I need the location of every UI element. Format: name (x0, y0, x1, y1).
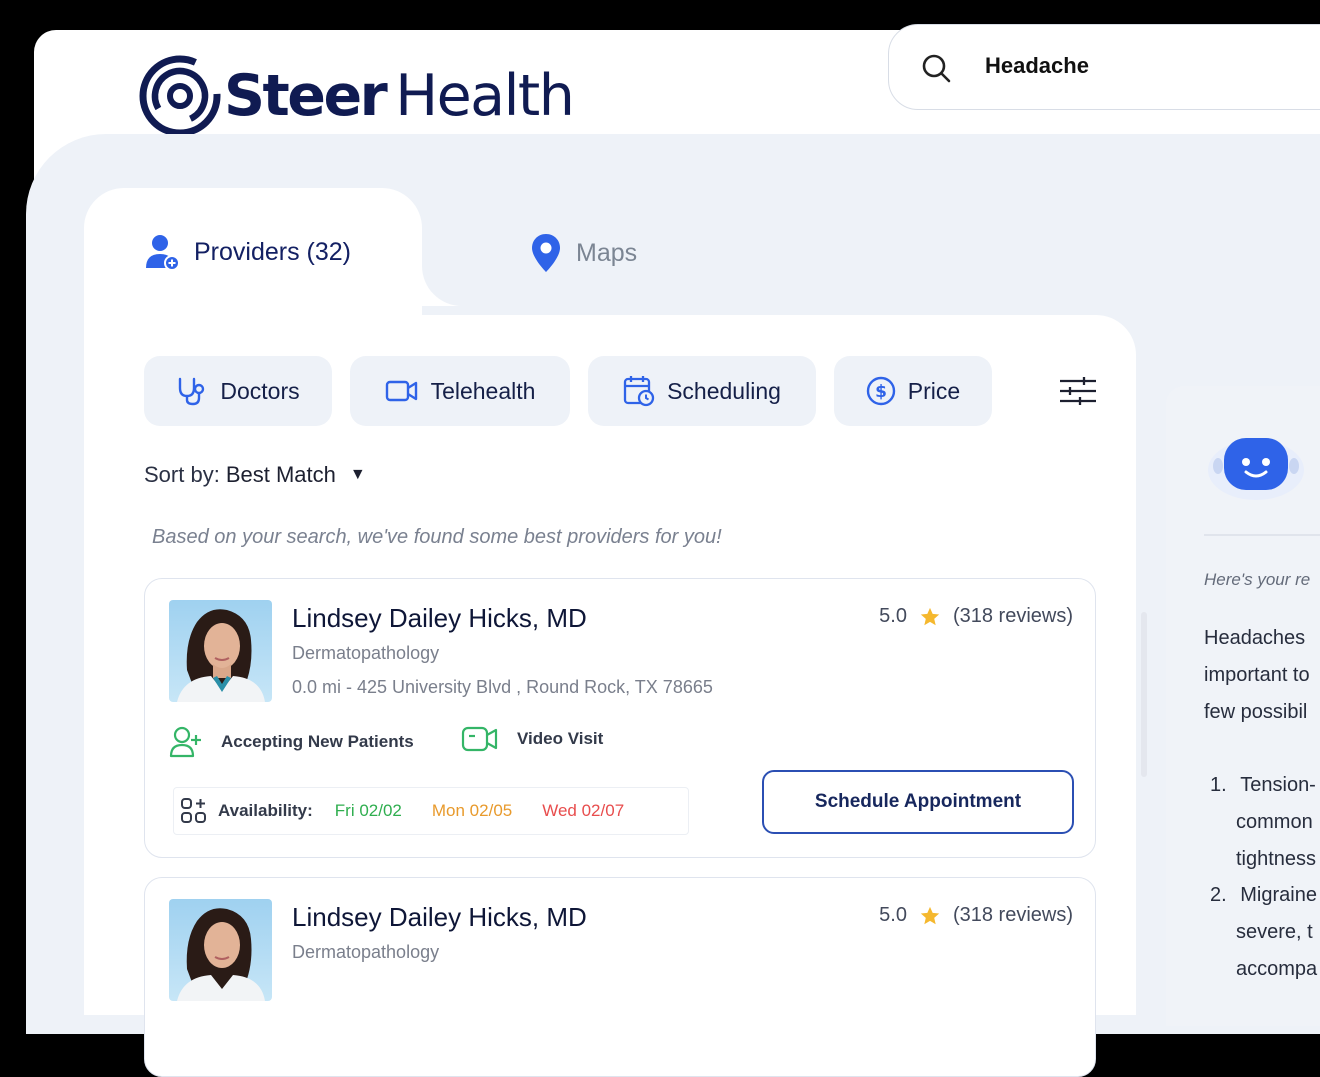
logo-text-health: Health (395, 63, 575, 129)
chat-text-line: common (1236, 811, 1313, 833)
provider-name[interactable]: Lindsey Dailey Hicks, MD (292, 603, 587, 634)
provider-specialty: Dermatopathology (292, 643, 440, 663)
tab-maps[interactable]: Maps (530, 232, 637, 274)
feature-video-visit: Video Visit (461, 725, 603, 753)
chat-text-line: few possibil (1204, 701, 1308, 723)
user-add-icon (169, 726, 201, 758)
chat-text-line: accompa (1236, 958, 1318, 980)
chat-text-line: important to (1204, 664, 1310, 686)
chat-text-line: severe, t (1236, 921, 1313, 943)
filter-scheduling-button[interactable]: Scheduling (588, 356, 816, 426)
provider-rating: 5.0 (318 reviews) (879, 904, 1073, 927)
sort-value: Best Match (225, 462, 336, 487)
logo-mark-icon (139, 55, 221, 137)
provider-card[interactable]: Lindsey Dailey Hicks, MD Dermatopatholog… (144, 877, 1096, 1077)
schedule-appointment-button[interactable]: Schedule Appointment (762, 770, 1074, 834)
caret-down-icon: ▼ (349, 466, 366, 483)
list-head: Tension- (1240, 774, 1316, 796)
search-input[interactable]: Headache (985, 53, 1089, 79)
filter-price-button[interactable]: $ Price (834, 356, 992, 426)
filter-scheduling-label: Scheduling (667, 377, 781, 404)
filter-doctors-label: Doctors (220, 377, 300, 404)
filter-telehealth-button[interactable]: Telehealth (350, 356, 570, 426)
svg-text:$: $ (875, 382, 887, 402)
feature-label: Video Visit (517, 729, 604, 748)
filter-telehealth-label: Telehealth (430, 377, 536, 404)
user-plus-icon (146, 235, 180, 271)
rating-value: 5.0 (879, 605, 907, 627)
search-box[interactable]: Headache (888, 24, 1320, 110)
chat-list-item: 2. Migraine (1210, 884, 1317, 907)
sort-dropdown[interactable]: Sort by: Best Match ▼ (144, 462, 366, 488)
review-count[interactable]: (318 reviews) (953, 605, 1073, 628)
tab-providers-label: Providers (32) (194, 237, 351, 266)
dollar-circle-icon: $ (866, 376, 895, 406)
chat-text-line: tightness (1236, 848, 1317, 870)
video-visit-icon (461, 726, 498, 752)
rating-value: 5.0 (879, 904, 907, 926)
chat-divider (1204, 534, 1320, 536)
feature-accepting-patients: Accepting New Patients (169, 725, 414, 759)
review-count[interactable]: (318 reviews) (953, 904, 1073, 927)
provider-rating: 5.0 (318 reviews) (879, 605, 1073, 628)
provider-name[interactable]: Lindsey Dailey Hicks, MD (292, 902, 587, 933)
apps-grid-icon (181, 798, 206, 823)
sort-prefix: Sort by: (144, 462, 220, 487)
results-scrollbar[interactable] (1141, 612, 1147, 777)
chatbot-avatar-icon (1208, 438, 1304, 500)
logo-text-steer: Steer (224, 63, 388, 129)
tab-providers[interactable]: Providers (32) (144, 232, 351, 272)
feature-label: Accepting New Patients (221, 732, 414, 751)
availability-date[interactable]: Fri 02/02 (335, 801, 402, 821)
filter-settings-icon[interactable] (1058, 376, 1098, 406)
list-head: Migraine (1240, 884, 1317, 906)
search-icon (922, 54, 951, 83)
provider-card[interactable]: Lindsey Dailey Hicks, MD Dermatopatholog… (144, 578, 1096, 858)
map-pin-icon (532, 234, 560, 272)
availability-row: Availability: Fri 02/02 Mon 02/05 Wed 02… (173, 787, 689, 835)
results-note: Based on your search, we've found some b… (152, 526, 722, 548)
star-icon (920, 906, 940, 924)
filter-doctors-button[interactable]: Doctors (144, 356, 332, 426)
chat-list-item: 1. Tension- (1210, 774, 1316, 797)
list-number: 1. (1210, 774, 1227, 796)
calendar-clock-icon (623, 376, 655, 407)
availability-label: Availability: (218, 801, 313, 820)
provider-address: 0.0 mi - 425 University Blvd , Round Roc… (292, 677, 713, 697)
steer-health-logo[interactable]: Steer Health (138, 54, 575, 138)
star-icon (920, 607, 940, 625)
chat-intro: Here's your re (1204, 570, 1311, 589)
provider-specialty: Dermatopathology (292, 942, 440, 962)
stethoscope-icon (179, 377, 205, 406)
provider-photo (169, 899, 272, 1001)
filter-price-label: Price (907, 377, 961, 404)
availability-date[interactable]: Wed 02/07 (542, 801, 624, 821)
tab-maps-label: Maps (576, 238, 638, 267)
chat-text-line: Headaches (1204, 627, 1306, 649)
list-number: 2. (1210, 884, 1227, 906)
availability-date[interactable]: Mon 02/05 (432, 801, 512, 821)
provider-photo (169, 600, 272, 702)
video-camera-icon (385, 380, 417, 402)
